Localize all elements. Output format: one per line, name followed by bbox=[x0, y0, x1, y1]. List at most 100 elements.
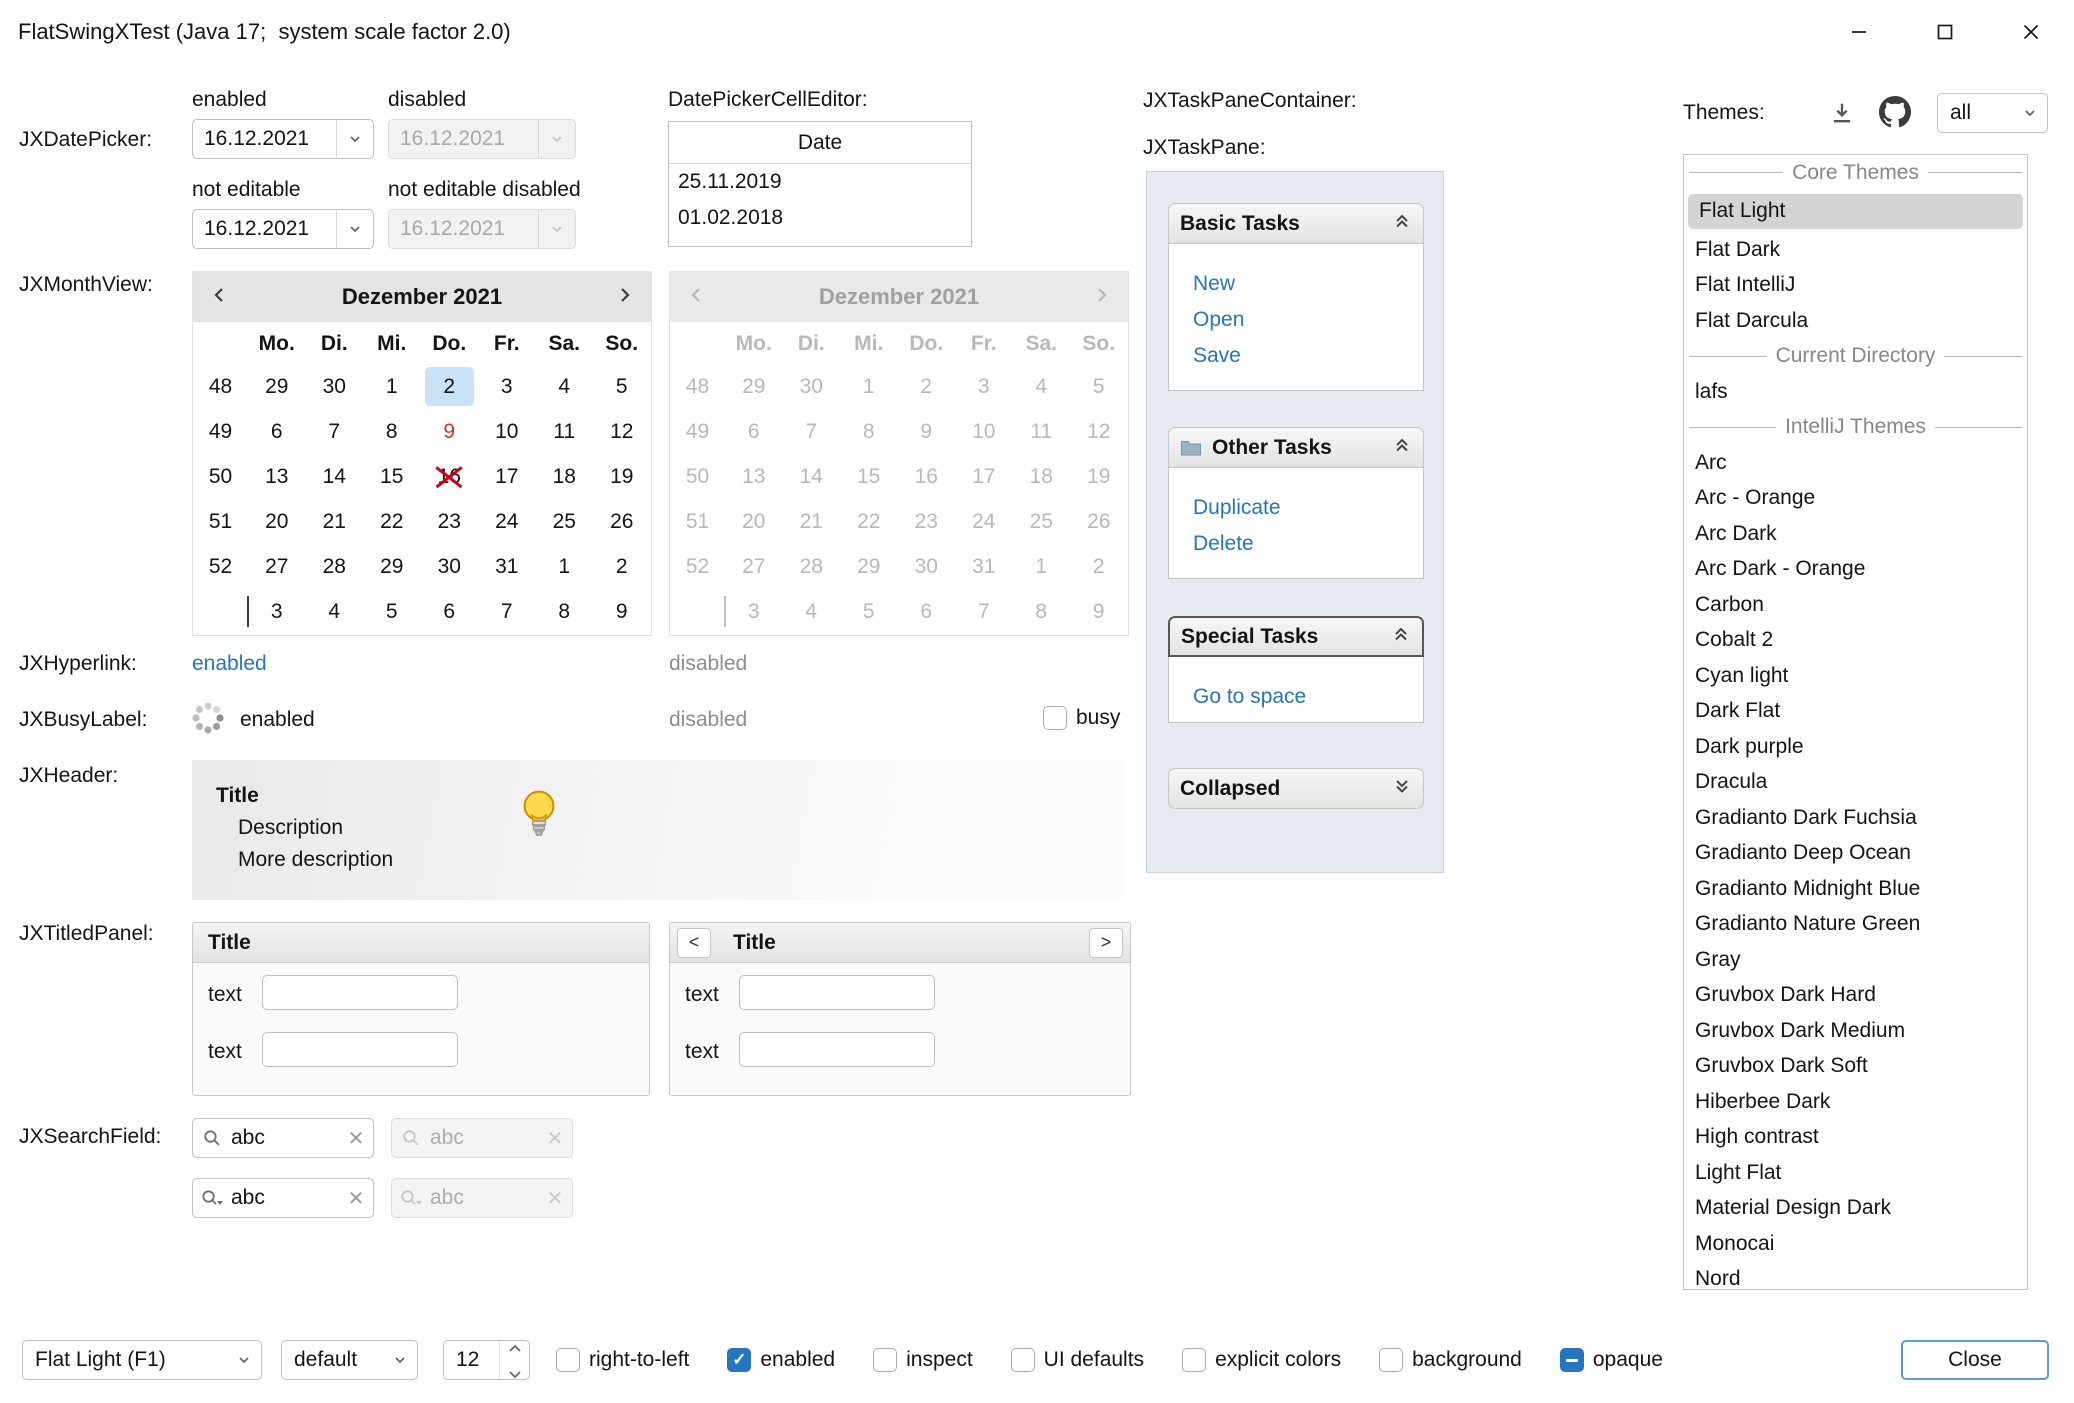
taskpane-collapsed-header[interactable]: Collapsed bbox=[1168, 768, 1424, 809]
hyperlink-enabled[interactable]: enabled bbox=[192, 652, 267, 676]
table-row[interactable]: 25.11.2019 bbox=[669, 164, 971, 200]
toolbar-checkbox[interactable]: UI defaults bbox=[1011, 1348, 1144, 1372]
text-input[interactable] bbox=[262, 1032, 458, 1067]
datepicker-not-editable[interactable]: 16.12.2021 bbox=[192, 209, 374, 249]
theme-item[interactable]: Dark purple bbox=[1684, 729, 2027, 765]
calendar-day[interactable]: 29 bbox=[363, 544, 421, 589]
combo-value[interactable]: default bbox=[282, 1348, 383, 1372]
calendar-day[interactable]: 51 bbox=[193, 499, 248, 544]
checkbox-icon[interactable] bbox=[873, 1348, 897, 1372]
search-field-with-menu[interactable]: abc ✕ bbox=[192, 1178, 374, 1218]
calendar-day[interactable]: 11 bbox=[536, 409, 594, 454]
theme-item[interactable]: Arc bbox=[1684, 445, 2027, 481]
calendar-day[interactable]: 16 bbox=[421, 454, 479, 499]
download-icon[interactable] bbox=[1828, 99, 1856, 132]
calendar-day[interactable]: 24 bbox=[478, 499, 536, 544]
prev-month-icon[interactable] bbox=[210, 285, 230, 310]
task-link[interactable]: Save bbox=[1193, 338, 1423, 374]
theme-item[interactable]: Gruvbox Dark Medium bbox=[1684, 1013, 2027, 1049]
theme-item[interactable]: IntelliJ Themes bbox=[1684, 410, 2027, 446]
calendar-day[interactable]: 1 bbox=[363, 364, 421, 409]
chevron-down-icon[interactable] bbox=[2013, 105, 2047, 121]
calendar-day[interactable]: 10 bbox=[478, 409, 536, 454]
calendar-day[interactable]: 28 bbox=[306, 544, 364, 589]
chevron-down-icon[interactable] bbox=[336, 120, 373, 158]
theme-item[interactable]: Nord bbox=[1684, 1262, 2027, 1291]
theme-item[interactable]: Gradianto Dark Fuchsia bbox=[1684, 800, 2027, 836]
close-button[interactable]: Close bbox=[1901, 1340, 2049, 1380]
task-link[interactable]: Duplicate bbox=[1193, 490, 1423, 526]
theme-item[interactable]: Cyan light bbox=[1684, 658, 2027, 694]
theme-item[interactable]: Gradianto Deep Ocean bbox=[1684, 836, 2027, 872]
calendar-day[interactable]: 23 bbox=[421, 499, 479, 544]
calendar-day[interactable]: 22 bbox=[363, 499, 421, 544]
calendar-day[interactable]: 5 bbox=[363, 589, 421, 634]
calendar-day[interactable]: 4 bbox=[306, 589, 364, 634]
combo-value[interactable]: Flat Light (F1) bbox=[23, 1348, 227, 1372]
toolbar-checkbox[interactable]: opaque bbox=[1560, 1348, 1663, 1372]
text-input[interactable] bbox=[739, 975, 935, 1010]
calendar-day[interactable]: 19 bbox=[593, 454, 651, 499]
calendar-day[interactable]: 21 bbox=[306, 499, 364, 544]
calendar-day[interactable]: 27 bbox=[248, 544, 306, 589]
theme-item[interactable]: Monocai bbox=[1684, 1226, 2027, 1262]
calendar-day[interactable]: 29 bbox=[248, 364, 306, 409]
theme-item[interactable]: Gray bbox=[1684, 942, 2027, 978]
calendar-day[interactable]: 9 bbox=[421, 409, 479, 454]
task-link[interactable]: Open bbox=[1193, 302, 1423, 338]
theme-item[interactable]: Current Directory bbox=[1684, 339, 2027, 375]
calendar-day[interactable]: 2 bbox=[425, 367, 475, 406]
calendar-day[interactable]: 7 bbox=[478, 589, 536, 634]
spinner-down-icon[interactable] bbox=[508, 1361, 522, 1385]
clear-search-icon[interactable]: ✕ bbox=[339, 1186, 373, 1211]
minimize-button[interactable] bbox=[1816, 0, 1902, 63]
theme-item[interactable]: Flat IntelliJ bbox=[1684, 268, 2027, 304]
checkbox-icon[interactable] bbox=[556, 1348, 580, 1372]
toolbar-checkbox[interactable]: background bbox=[1379, 1348, 1522, 1372]
expand-icon[interactable] bbox=[1392, 776, 1412, 802]
theme-item[interactable]: Arc Dark bbox=[1684, 516, 2027, 552]
checkbox-icon[interactable] bbox=[1182, 1348, 1206, 1372]
theme-item[interactable]: Gruvbox Dark Soft bbox=[1684, 1049, 2027, 1085]
toolbar-checkbox[interactable]: explicit colors bbox=[1182, 1348, 1341, 1372]
theme-item[interactable]: Core Themes bbox=[1684, 155, 2027, 191]
calendar-day[interactable]: 6 bbox=[248, 409, 306, 454]
theme-item[interactable]: Gruvbox Dark Hard bbox=[1684, 978, 2027, 1014]
calendar-day[interactable]: 5 bbox=[593, 364, 651, 409]
search-field[interactable]: abc ✕ bbox=[192, 1118, 374, 1158]
calendar-day[interactable]: 3 bbox=[478, 364, 536, 409]
calendar-day[interactable]: 14 bbox=[306, 454, 364, 499]
busy-checkbox[interactable]: busy bbox=[1043, 706, 1120, 730]
theme-item[interactable]: Flat Darcula bbox=[1684, 303, 2027, 339]
text-input[interactable] bbox=[262, 975, 458, 1010]
font-size-spinner[interactable]: 12 bbox=[443, 1340, 530, 1380]
theme-item[interactable]: Cobalt 2 bbox=[1684, 623, 2027, 659]
calendar-day[interactable]: 49 bbox=[193, 409, 248, 454]
calendar-day[interactable]: 7 bbox=[306, 409, 364, 454]
theme-item[interactable]: Flat Light bbox=[1688, 194, 2023, 230]
spinner-up-icon[interactable] bbox=[508, 1335, 522, 1359]
checkbox-icon[interactable] bbox=[727, 1348, 751, 1372]
table-column-header[interactable]: Date bbox=[669, 122, 971, 164]
calendar-day[interactable]: 13 bbox=[248, 454, 306, 499]
collapse-icon[interactable] bbox=[1391, 624, 1411, 650]
table-cell[interactable]: 01.02.2018 bbox=[678, 206, 783, 230]
datepicker-value[interactable]: 16.12.2021 bbox=[193, 127, 336, 151]
combo-value[interactable]: all bbox=[1938, 101, 2013, 125]
chevron-down-icon[interactable] bbox=[383, 1352, 417, 1368]
theme-item[interactable]: High contrast bbox=[1684, 1120, 2027, 1156]
task-link[interactable]: Go to space bbox=[1193, 679, 1423, 715]
chevron-down-icon[interactable] bbox=[227, 1352, 261, 1368]
taskpane-special-header[interactable]: Special Tasks bbox=[1168, 616, 1424, 657]
next-month-icon[interactable] bbox=[614, 285, 634, 310]
calendar-day[interactable] bbox=[193, 589, 248, 634]
theme-item[interactable]: lafs bbox=[1684, 374, 2027, 410]
calendar-day[interactable]: 4 bbox=[536, 364, 594, 409]
calendar-day[interactable]: 2 bbox=[593, 544, 651, 589]
theme-item[interactable]: Hiberbee Dark bbox=[1684, 1084, 2027, 1120]
calendar-day[interactable]: 8 bbox=[536, 589, 594, 634]
calendar-day[interactable]: 31 bbox=[478, 544, 536, 589]
theme-item[interactable]: Arc - Orange bbox=[1684, 481, 2027, 517]
checkbox-icon[interactable] bbox=[1379, 1348, 1403, 1372]
task-link[interactable]: New bbox=[1193, 266, 1423, 302]
